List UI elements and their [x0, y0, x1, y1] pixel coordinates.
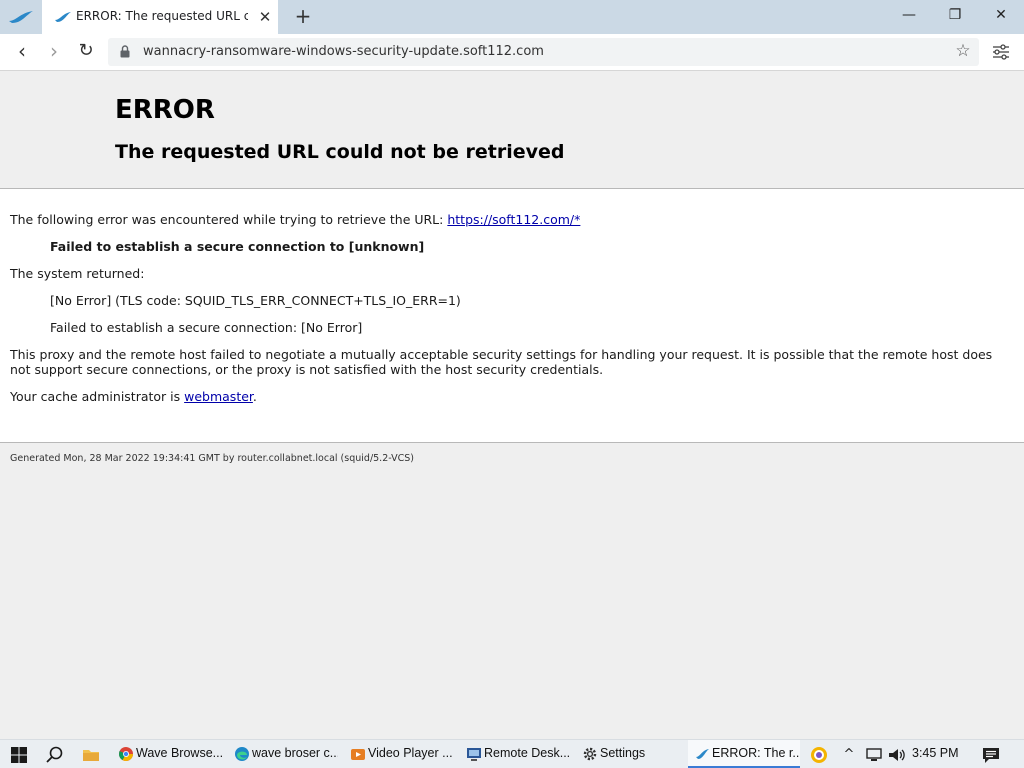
video-player-icon [351, 749, 365, 760]
minimize-button[interactable]: — [886, 0, 932, 30]
admin-prefix: Your cache administrator is [10, 389, 185, 404]
network-icon[interactable] [864, 744, 886, 766]
error-explanation: This proxy and the remote host failed to… [10, 347, 993, 377]
tray-chevron-icon[interactable]: ^ [840, 744, 858, 766]
system-returned-label: The system returned: [10, 266, 145, 281]
webmaster-link[interactable]: webmaster [184, 389, 253, 404]
forward-button[interactable]: › [42, 40, 66, 64]
tab-active[interactable]: ERROR: The requested URL could not be re… [42, 0, 278, 34]
error-footer: Generated Mon, 28 Mar 2022 19:34:41 GMT … [0, 442, 1024, 739]
requested-url-link[interactable]: https://soft112.com/* [447, 212, 580, 227]
chrome-icon [119, 747, 133, 761]
notification-app-icon[interactable] [808, 744, 830, 766]
browser-toolbar: ‹ › ↻ wannacry-ransomware-windows-securi… [0, 34, 1024, 71]
wave-browser-icon [696, 749, 709, 759]
admin-suffix: . [252, 389, 257, 404]
windows-start-icon[interactable] [8, 744, 30, 766]
close-window-button[interactable]: ✕ [978, 0, 1024, 30]
error-header: ERROR The requested URL could not be ret… [0, 71, 1024, 189]
tab-strip: ERROR: The requested URL could not be re… [0, 0, 1024, 34]
edge-icon [235, 747, 249, 761]
lock-icon[interactable] [120, 45, 130, 58]
generated-footer: Generated Mon, 28 Mar 2022 19:34:41 GMT … [10, 453, 414, 464]
system-error-code: [No Error] (TLS code: SQUID_TLS_ERR_CONN… [50, 293, 461, 308]
taskbar-item-edge[interactable]: wave broser c... [228, 740, 338, 768]
back-button[interactable]: ‹ [10, 40, 34, 64]
wave-browser-logo-icon[interactable] [8, 9, 34, 25]
url-text[interactable]: wannacry-ransomware-windows-security-upd… [143, 44, 544, 59]
page-title: ERROR [115, 95, 215, 125]
bookmark-star-icon[interactable]: ☆ [953, 41, 973, 61]
tab-close-icon[interactable]: ✕ [256, 8, 274, 26]
page-subtitle: The requested URL could not be retrieved [115, 141, 565, 163]
system-error-message: Failed to establish a secure connection:… [50, 320, 363, 335]
error-summary: Failed to establish a secure connection … [50, 239, 425, 254]
intro-text: The following error was encountered whil… [10, 212, 448, 227]
taskbar-item-video-player[interactable]: Video Player ... [344, 740, 454, 768]
admin-line: Your cache administrator is webmaster. [10, 389, 257, 404]
remote-desktop-icon [467, 748, 481, 761]
reload-button[interactable]: ↻ [74, 40, 98, 64]
address-bar[interactable]: wannacry-ransomware-windows-security-upd… [108, 38, 979, 66]
taskbar: Wave Browse... wave broser c... Video Pl… [0, 739, 1024, 768]
restore-button[interactable]: ❐ [932, 0, 978, 30]
taskbar-item-settings[interactable]: Settings [576, 740, 680, 768]
taskbar-clock[interactable]: 3:45 PM [912, 746, 959, 760]
taskbar-item-wave-browser[interactable]: Wave Browse... [112, 740, 222, 768]
file-explorer-icon[interactable] [80, 744, 102, 766]
new-tab-button[interactable]: + [292, 6, 314, 28]
intro-line: The following error was encountered whil… [10, 212, 580, 227]
action-center-icon[interactable] [980, 744, 1002, 766]
tab-title: ERROR: The requested URL could not be re… [76, 9, 248, 23]
volume-icon[interactable] [886, 744, 908, 766]
wave-tab-icon [55, 12, 71, 22]
taskbar-item-remote-desktop[interactable]: Remote Desk... [460, 740, 570, 768]
page-content: ERROR The requested URL could not be ret… [0, 71, 1024, 739]
taskbar-item-error-page[interactable]: ERROR: The r... [688, 740, 800, 768]
gear-icon [583, 747, 597, 761]
settings-sliders-icon[interactable] [992, 43, 1010, 61]
search-icon[interactable] [44, 744, 66, 766]
